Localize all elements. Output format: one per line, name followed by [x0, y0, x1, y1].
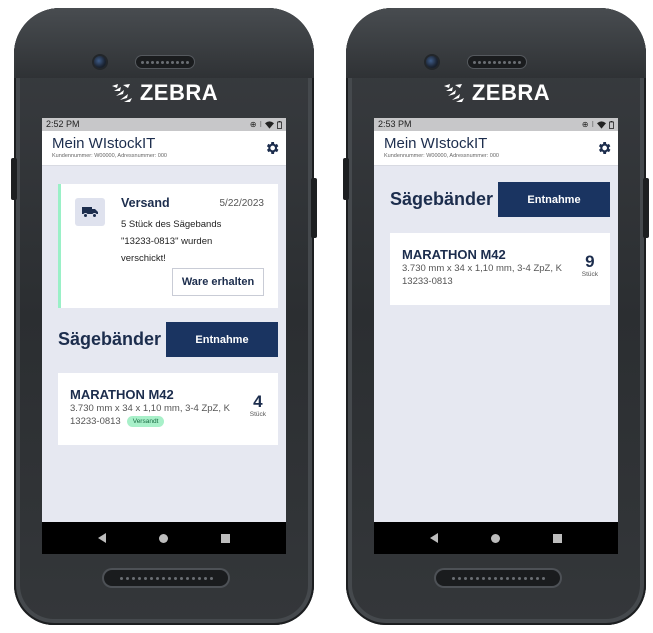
product-card[interactable]: MARATHON M42 3.730 mm x 34 x 1,10 mm, 3-…	[390, 233, 610, 305]
volume-button	[11, 158, 17, 200]
product-code-row: 13233-0813 Versandt	[70, 416, 266, 427]
recent-apps-icon[interactable]	[220, 533, 230, 543]
withdraw-button[interactable]: Entnahme	[166, 322, 278, 357]
section-title: Sägebänder	[58, 329, 162, 349]
device-right: ZEBRA 2:53 PM ⊕ ⁝ Mein WIstockIT Kundenn…	[343, 8, 649, 625]
product-code: 13233-0813	[402, 276, 453, 287]
front-camera	[426, 56, 438, 68]
product-code: 13233-0813	[70, 416, 121, 427]
earpiece-speaker	[136, 56, 194, 68]
notification-icon-box	[75, 198, 105, 226]
product-code-row: 13233-0813	[402, 276, 598, 287]
brand-logo: ZEBRA	[346, 80, 646, 106]
battery-icon	[609, 120, 614, 129]
bottom-speaker	[104, 570, 228, 586]
brand-logo: ZEBRA	[14, 80, 314, 106]
bottom-speaker	[436, 570, 560, 586]
recent-apps-icon[interactable]	[552, 533, 562, 543]
scan-button	[643, 178, 649, 238]
main-content: Sägebänder Entnahme MARATHON M42 3.730 m…	[374, 166, 618, 305]
status-badge: Versandt	[126, 416, 165, 427]
status-time: 2:53 PM	[378, 119, 412, 129]
app-title: Mein WIstockIT	[384, 135, 488, 152]
quantity: 9 Stück	[581, 252, 598, 279]
home-icon[interactable]	[158, 533, 168, 543]
gear-icon[interactable]	[596, 140, 612, 156]
quantity-unit: Stück	[249, 411, 266, 418]
wifi-icon	[597, 120, 606, 129]
link-icon: ⊕	[249, 120, 257, 129]
link-icon: ⊕	[581, 120, 589, 129]
withdraw-button[interactable]: Entnahme	[498, 182, 610, 217]
quantity-value: 4	[253, 392, 263, 411]
zebra-head-icon	[443, 84, 464, 102]
notification-date: 5/22/2023	[219, 198, 265, 209]
back-icon[interactable]	[430, 533, 439, 543]
notification-title: Versand	[121, 196, 170, 210]
section-header: Sägebänder Entnahme	[42, 322, 286, 357]
quantity: 4 Stück	[249, 392, 266, 419]
product-card[interactable]: MARATHON M42 3.730 mm x 34 x 1,10 mm, 3-…	[58, 373, 278, 445]
receive-goods-button[interactable]: Ware erhalten	[172, 268, 264, 296]
status-bar: 2:52 PM ⊕ ⁝	[42, 118, 286, 131]
wifi-icon	[265, 120, 274, 129]
earpiece-speaker	[468, 56, 526, 68]
status-time: 2:52 PM	[46, 119, 80, 129]
product-spec: 3.730 mm x 34 x 1,10 mm, 3-4 ZpZ, K	[70, 403, 230, 414]
screen: 2:52 PM ⊕ ⁝ Mein WIstockIT Kundennummer:…	[42, 118, 286, 554]
customer-info: Kundennummer: W00000, Adressnummer: 000	[52, 153, 167, 159]
brand-name: ZEBRA	[139, 80, 219, 105]
app-bar: Mein WIstockIT Kundennummer: W00000, Adr…	[374, 131, 618, 166]
quantity-unit: Stück	[581, 271, 598, 278]
shipping-notification: Versand 5/22/2023 5 Stück des Sägebands …	[58, 184, 278, 308]
status-bar: 2:53 PM ⊕ ⁝	[374, 118, 618, 131]
nav-bar	[374, 522, 618, 554]
app-bar: Mein WIstockIT Kundennummer: W00000, Adr…	[42, 131, 286, 166]
section-title: Sägebänder	[390, 189, 494, 209]
truck-icon	[82, 207, 98, 218]
battery-icon	[277, 120, 282, 129]
quantity-value: 9	[585, 252, 595, 271]
device-left: ZEBRA 2:52 PM ⊕ ⁝ Mein WIstockIT Kundenn…	[11, 8, 317, 625]
main-content: Versand 5/22/2023 5 Stück des Sägebands …	[42, 166, 286, 445]
vibrate-icon: ⁝	[259, 120, 262, 129]
nav-bar	[42, 522, 286, 554]
vibrate-icon: ⁝	[591, 120, 594, 129]
front-camera	[94, 56, 106, 68]
section-header: Sägebänder Entnahme	[374, 182, 618, 217]
back-icon[interactable]	[98, 533, 107, 543]
brand-name: ZEBRA	[471, 80, 551, 105]
product-spec: 3.730 mm x 34 x 1,10 mm, 3-4 ZpZ, K	[402, 263, 562, 274]
notification-body: 5 Stück des Sägebands "13233-0813" wurde…	[121, 219, 222, 264]
device-comparison: ZEBRA 2:52 PM ⊕ ⁝ Mein WIstockIT Kundenn…	[0, 0, 653, 633]
product-name: MARATHON M42	[402, 247, 506, 262]
customer-info: Kundennummer: W00000, Adressnummer: 000	[384, 153, 499, 159]
volume-button	[343, 158, 349, 200]
zebra-head-icon	[111, 84, 132, 102]
app-title: Mein WIstockIT	[52, 135, 156, 152]
screen: 2:53 PM ⊕ ⁝ Mein WIstockIT Kundennummer:…	[374, 118, 618, 554]
home-icon[interactable]	[490, 533, 500, 543]
gear-icon[interactable]	[264, 140, 280, 156]
product-name: MARATHON M42	[70, 387, 174, 402]
scan-button	[311, 178, 317, 238]
